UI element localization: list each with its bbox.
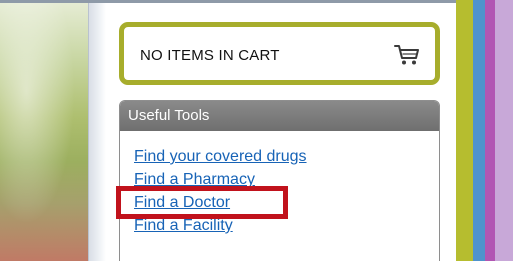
- photo-frame: [88, 0, 106, 261]
- page: NO ITEMS IN CART Useful Tools Find your …: [0, 0, 513, 261]
- decorative-stripe-purple: [485, 0, 495, 261]
- top-border: [0, 0, 513, 3]
- useful-tools-header: Useful Tools: [120, 101, 439, 131]
- decorative-stripe-lavender: [495, 0, 513, 261]
- highlight-box: [116, 186, 288, 219]
- shopping-cart-widget[interactable]: NO ITEMS IN CART: [119, 22, 440, 85]
- useful-tools-panel: Useful Tools Find your covered drugs Fin…: [119, 100, 440, 261]
- decorative-stripe-blue: [473, 0, 485, 261]
- find-facility-link[interactable]: Find a Facility: [134, 217, 233, 234]
- banner-photo: [0, 0, 88, 261]
- cart-status-text: NO ITEMS IN CART: [140, 47, 280, 64]
- shopping-cart-icon[interactable]: [393, 43, 421, 67]
- find-covered-drugs-link[interactable]: Find your covered drugs: [134, 148, 307, 165]
- decorative-stripe-olive: [456, 0, 473, 261]
